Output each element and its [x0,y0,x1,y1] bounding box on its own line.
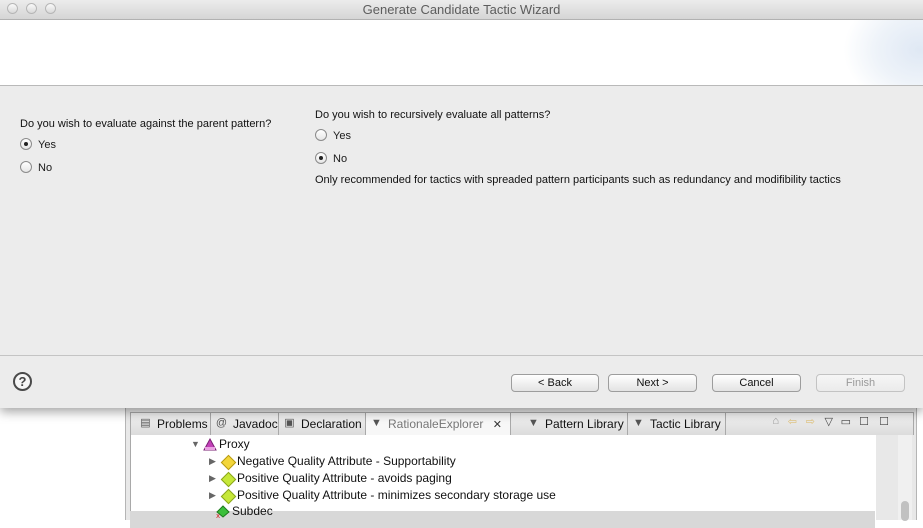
collapsed-arrow-icon[interactable]: ▶ [209,487,216,504]
tab-label: Javadoc [233,417,278,431]
button-bar-divider [0,355,923,356]
back-button[interactable]: < Back [511,374,599,392]
minimize-view-icon[interactable]: ▭ [841,415,851,428]
tab-label: Problems [157,417,208,431]
question-parent-pattern: Do you wish to evaluate against the pare… [20,118,272,130]
pattern-library-icon: ▼ [528,417,539,429]
radio-label: Yes [38,139,56,151]
close-tab-icon[interactable]: ✕ [493,419,502,431]
tab-label: Declaration [301,417,362,431]
recommendation-note: Only recommended for tactics with spread… [315,174,841,186]
tab-label: Pattern Library [545,417,624,431]
pattern-icon [203,437,217,451]
ide-view-panel: ▤ Problems @ Javadoc ▣ Declaration ▼ Rat… [125,408,917,528]
help-icon[interactable]: ? [13,372,32,391]
tree-item-label: Negative Quality Attribute - Supportabil… [237,454,456,468]
radio-label: Yes [333,130,351,142]
tab-tactic-library[interactable]: ▼ Tactic Library [628,413,726,435]
tree-scrollbar[interactable] [898,435,912,521]
restore-view-icon[interactable]: ☐ [879,415,889,428]
expanded-arrow-icon[interactable]: ▼ [191,436,200,453]
wizard-banner [0,20,923,86]
svg-text:x: x [216,512,220,518]
problems-icon: ▤ [140,417,151,429]
tab-javadoc[interactable]: @ Javadoc [211,413,279,435]
scrollbar-thumb[interactable] [901,501,909,521]
forward-arrow-icon[interactable]: ⇨ [806,415,815,428]
finish-button[interactable]: Finish [816,374,905,392]
radio-indicator[interactable] [20,138,32,150]
tab-label: Tactic Library [650,417,721,431]
back-arrow-icon[interactable]: ⇦ [788,415,797,428]
view-menu-icon[interactable]: ▽ [825,415,833,428]
maximize-view-icon[interactable]: ☐ [859,415,869,428]
positive-attribute-icon [220,471,237,488]
radio-indicator[interactable] [315,152,327,164]
tab-problems[interactable]: ▤ Problems [135,413,211,435]
view-tab-bar: ▤ Problems @ Javadoc ▣ Declaration ▼ Rat… [130,412,914,435]
javadoc-icon: @ [215,417,228,429]
next-button[interactable]: Next > [608,374,697,392]
tactic-library-icon: ▼ [633,417,644,429]
positive-attribute-icon [220,488,237,505]
tab-label: RationaleExplorer [388,417,484,431]
collapsed-arrow-icon[interactable]: ▶ [209,470,216,487]
radio-label: No [38,162,53,174]
wizard-page: Do you wish to evaluate against the pare… [0,86,923,356]
home-icon[interactable]: ⌂ [772,415,779,427]
banner-graphic [843,20,923,85]
tree-item-label: Positive Quality Attribute - avoids pagi… [237,471,452,485]
tab-rationale-explorer[interactable]: ▼ RationaleExplorer ✕ [366,413,511,435]
tree-item-label: Proxy [219,437,250,451]
tab-declaration[interactable]: ▣ Declaration [279,413,366,435]
tree-item-label: Positive Quality Attribute - minimizes s… [237,488,556,502]
tree-item-label: Subdec [232,504,273,518]
rationale-explorer-icon: ▼ [371,417,382,429]
subdecision-icon: x [216,505,230,520]
radio-indicator[interactable] [315,129,327,141]
declaration-icon: ▣ [284,417,295,429]
window-title: Generate Candidate Tactic Wizard [362,2,561,17]
negative-attribute-icon [220,454,237,471]
radio-label: No [333,153,348,165]
tab-pattern-library[interactable]: ▼ Pattern Library [523,413,628,435]
title-bar: Generate Candidate Tactic Wizard [0,0,923,20]
collapsed-arrow-icon[interactable]: ▶ [209,453,216,470]
question-recursive-evaluate: Do you wish to recursively evaluate all … [315,109,551,121]
cancel-button[interactable]: Cancel [712,374,801,392]
wizard-dialog: Generate Candidate Tactic Wizard Do you … [0,0,923,408]
radio-indicator[interactable] [20,161,32,173]
